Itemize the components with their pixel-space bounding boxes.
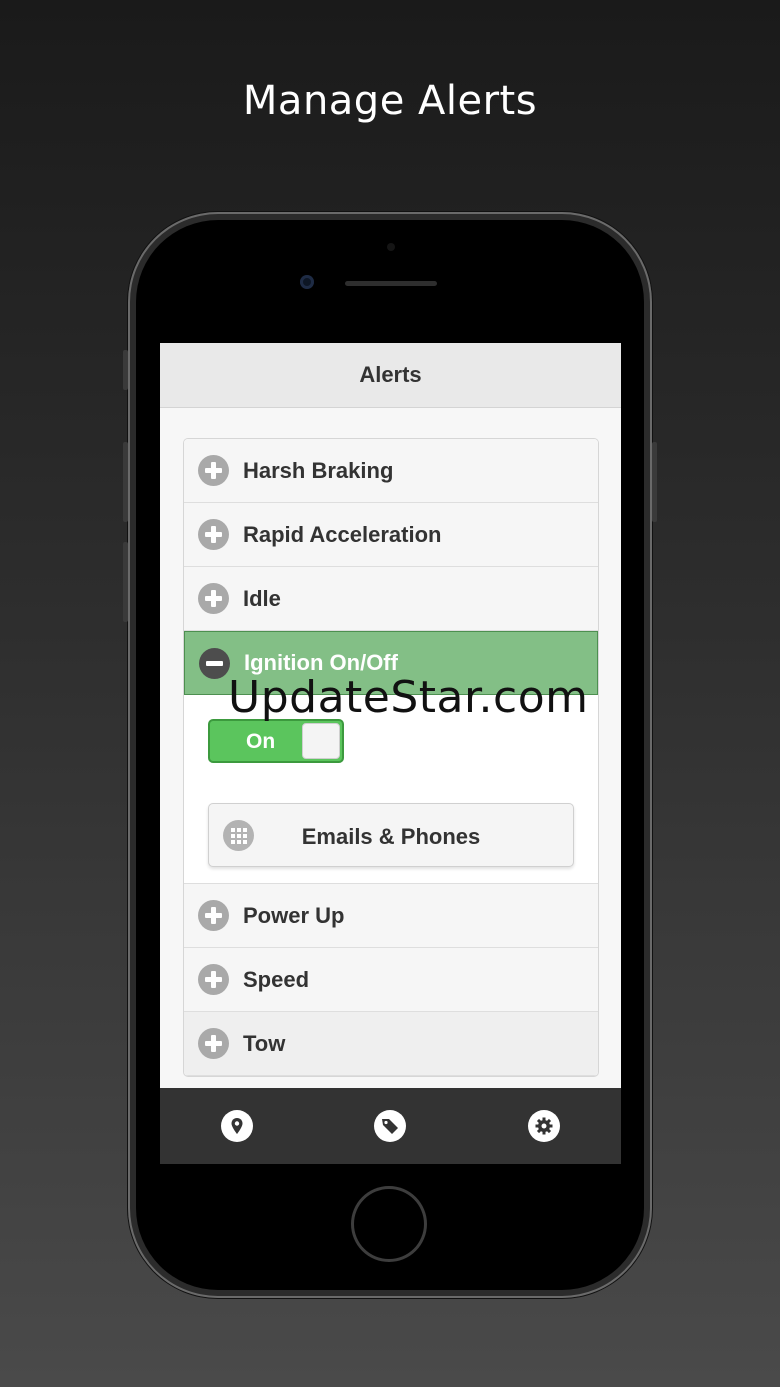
ignition-alert-toggle[interactable]: On xyxy=(208,719,344,763)
alert-label: Harsh Braking xyxy=(243,457,394,483)
tag-icon[interactable] xyxy=(374,1110,407,1142)
power-button xyxy=(652,442,657,522)
alert-item-power-up[interactable]: Power Up xyxy=(184,884,598,948)
home-button[interactable] xyxy=(351,1186,427,1262)
mute-switch xyxy=(123,350,128,390)
alert-label: Speed xyxy=(243,966,310,992)
alert-item-speed[interactable]: Speed xyxy=(184,948,598,1012)
plus-icon xyxy=(198,964,229,995)
emails-phones-button[interactable]: Emails & Phones xyxy=(208,803,574,867)
bottom-tab-bar xyxy=(160,1088,621,1164)
volume-down-button xyxy=(123,542,128,622)
watermark-text: UpdateStar.com xyxy=(228,672,589,723)
alert-label: Tow xyxy=(243,1030,286,1056)
alert-label: Rapid Acceleration xyxy=(243,521,442,547)
ignition-alert-details: On Emails & Phones xyxy=(184,695,598,884)
plus-icon xyxy=(198,1028,229,1059)
alert-item-idle[interactable]: Idle xyxy=(184,567,598,631)
alert-item-tow[interactable]: Tow xyxy=(184,1012,598,1076)
alerts-list: Harsh Braking Rapid Acceleration Idle Ig… xyxy=(183,438,599,1077)
app-screen: Alerts Harsh Braking Rapid Acceleration … xyxy=(160,343,621,1164)
alert-label: Power Up xyxy=(243,902,345,928)
alert-item-harsh-braking[interactable]: Harsh Braking xyxy=(184,439,598,503)
alert-label: Idle xyxy=(243,585,281,611)
toggle-knob xyxy=(302,723,340,759)
plus-icon xyxy=(198,455,229,486)
toggle-label: On xyxy=(246,730,276,753)
plus-icon xyxy=(198,900,229,931)
emails-phones-label: Emails & Phones xyxy=(301,824,481,849)
app-title: Alerts xyxy=(160,343,621,408)
plus-icon xyxy=(198,519,229,550)
location-pin-icon[interactable] xyxy=(220,1110,253,1142)
earpiece-speaker xyxy=(345,281,437,286)
page-headline: Manage Alerts xyxy=(242,78,538,124)
alert-item-rapid-acceleration[interactable]: Rapid Acceleration xyxy=(184,503,598,567)
front-camera xyxy=(300,275,314,289)
plus-icon xyxy=(198,583,229,614)
volume-up-button xyxy=(123,442,128,522)
gear-icon[interactable] xyxy=(528,1110,561,1142)
minus-icon xyxy=(199,647,230,679)
proximity-sensor xyxy=(387,243,395,251)
